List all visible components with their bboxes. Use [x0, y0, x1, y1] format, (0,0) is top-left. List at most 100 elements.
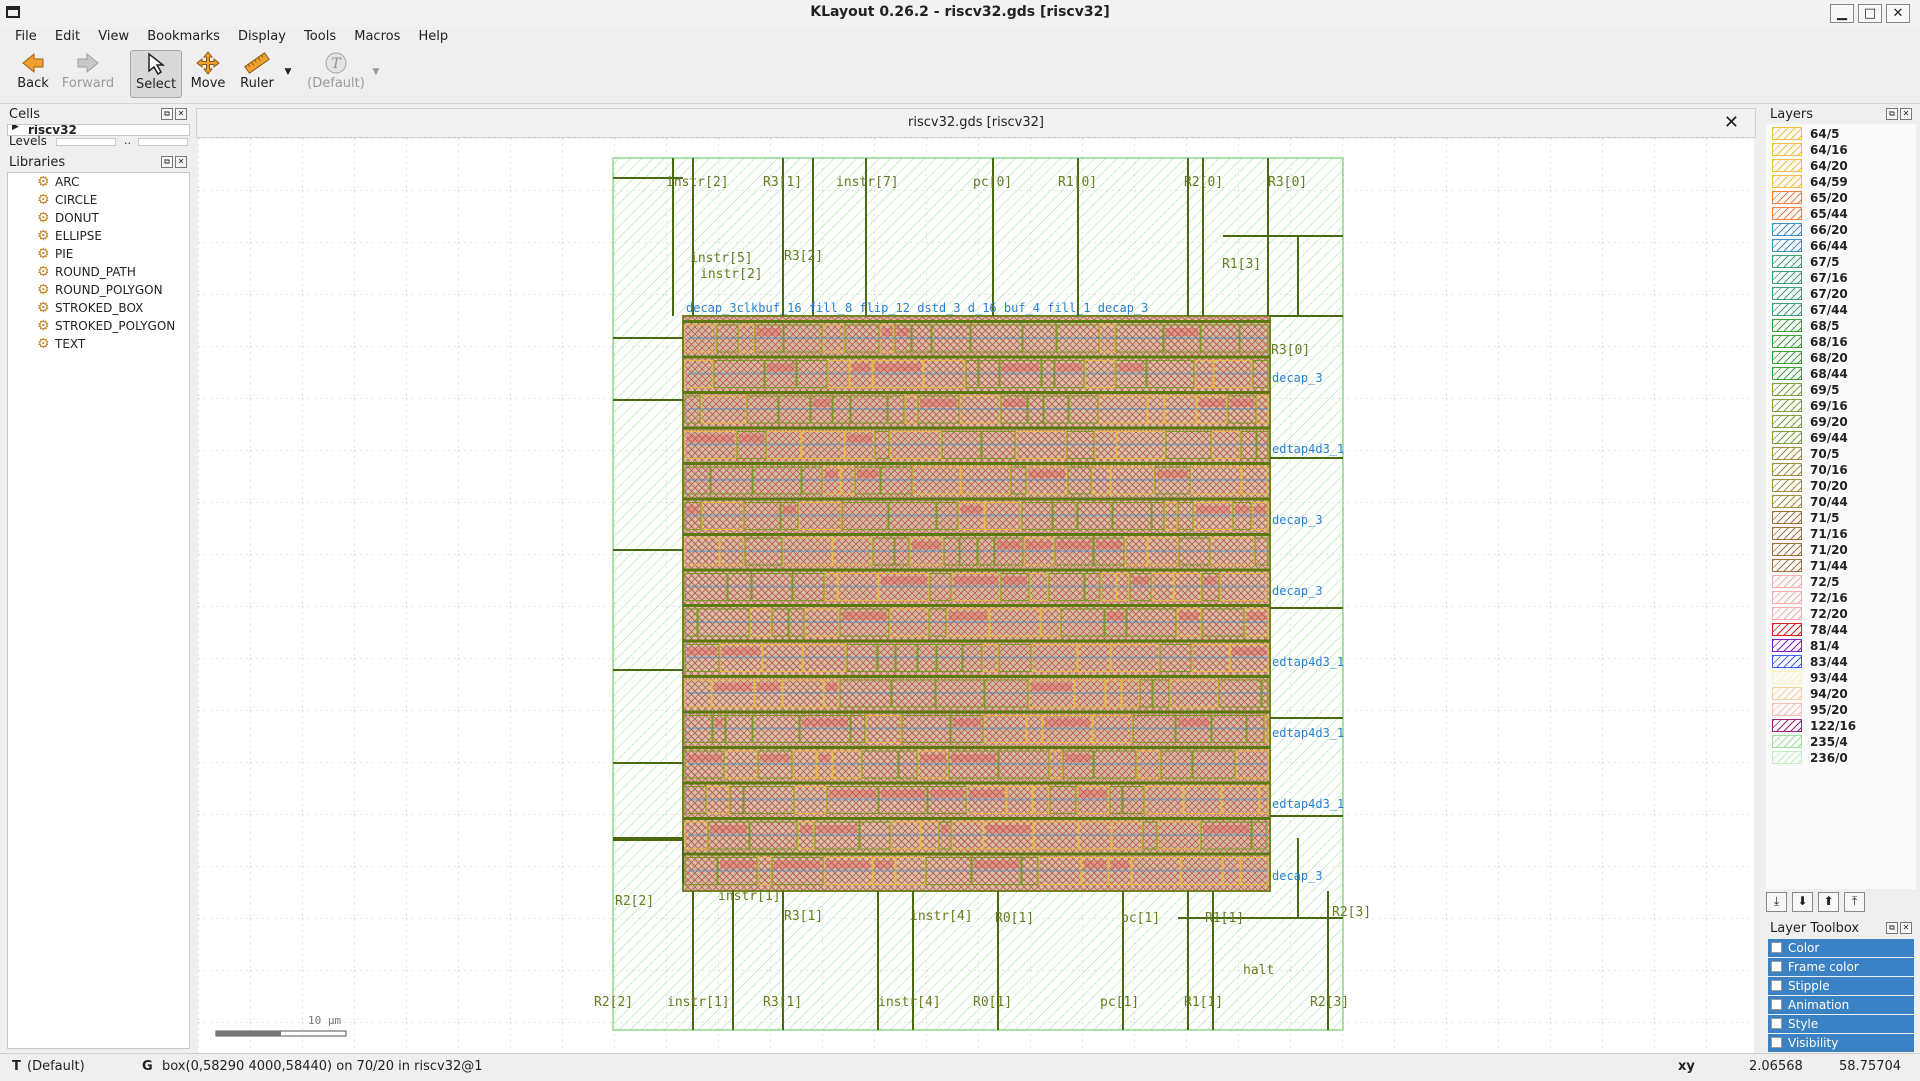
- layer-row[interactable]: 70/44: [1768, 494, 1912, 510]
- arrow-down-icon[interactable]: ⬇: [1792, 892, 1813, 912]
- float-icon[interactable]: ⧉: [1886, 922, 1898, 934]
- close-panel-icon[interactable]: ✕: [1900, 108, 1912, 120]
- layer-row[interactable]: 83/44: [1768, 654, 1912, 670]
- ruler-dropdown-icon[interactable]: ▼: [282, 67, 294, 81]
- library-item-text[interactable]: ⚙ TEXT: [8, 335, 189, 353]
- layer-row[interactable]: 66/44: [1768, 238, 1912, 254]
- layer-row[interactable]: 236/0: [1768, 750, 1912, 766]
- layer-row[interactable]: 93/44: [1768, 670, 1912, 686]
- layer-row[interactable]: 122/16: [1768, 718, 1912, 734]
- layer-row[interactable]: 72/16: [1768, 590, 1912, 606]
- levels-from-input[interactable]: [56, 138, 116, 146]
- layer-row[interactable]: 68/16: [1768, 334, 1912, 350]
- menu-tools[interactable]: Tools: [297, 27, 343, 47]
- toolbox-color[interactable]: Color: [1768, 939, 1914, 957]
- layer-row[interactable]: 69/20: [1768, 414, 1912, 430]
- expand-checkbox[interactable]: [1771, 1037, 1782, 1048]
- ruler-button[interactable]: Ruler: [234, 50, 280, 98]
- layer-row[interactable]: 67/5: [1768, 254, 1912, 270]
- layer-row[interactable]: 64/20: [1768, 158, 1912, 174]
- layer-row[interactable]: 64/5: [1768, 126, 1912, 142]
- menu-help[interactable]: Help: [412, 27, 456, 47]
- toolbox-stipple[interactable]: Stipple: [1768, 977, 1914, 995]
- move-button[interactable]: Move: [186, 50, 230, 98]
- expand-arrow-icon[interactable]: ▶: [12, 125, 19, 132]
- layout-tab[interactable]: riscv32.gds [riscv32] ✕: [196, 108, 1756, 138]
- move-top-icon[interactable]: ⤒: [1844, 892, 1865, 912]
- close-panel-icon[interactable]: ✕: [175, 108, 187, 120]
- layer-row[interactable]: 72/20: [1768, 606, 1912, 622]
- layer-row[interactable]: 65/44: [1768, 206, 1912, 222]
- move-down-icon[interactable]: ⤓: [1766, 892, 1787, 912]
- float-icon[interactable]: ⧉: [1886, 108, 1898, 120]
- layer-row[interactable]: 64/59: [1768, 174, 1912, 190]
- minimize-button[interactable]: ▁: [1830, 4, 1854, 23]
- menu-macros[interactable]: Macros: [347, 27, 407, 47]
- layer-row[interactable]: 235/4: [1768, 734, 1912, 750]
- layer-row[interactable]: 71/16: [1768, 526, 1912, 542]
- expand-checkbox[interactable]: [1771, 942, 1782, 953]
- library-item-pie[interactable]: ⚙ PIE: [8, 245, 189, 263]
- layer-row[interactable]: 70/16: [1768, 462, 1912, 478]
- layer-row[interactable]: 69/44: [1768, 430, 1912, 446]
- library-item-arc[interactable]: ⚙ ARC: [8, 173, 189, 191]
- library-item-circle[interactable]: ⚙ CIRCLE: [8, 191, 189, 209]
- library-item-stroked-polygon[interactable]: ⚙ STROKED_POLYGON: [8, 317, 189, 335]
- float-icon[interactable]: ⧉: [161, 156, 173, 168]
- toolbox-animation[interactable]: Animation: [1768, 996, 1914, 1014]
- layer-row[interactable]: 71/20: [1768, 542, 1912, 558]
- default-text-button[interactable]: T (Default): [304, 50, 368, 98]
- arrow-up-icon[interactable]: ⬆: [1818, 892, 1839, 912]
- text-dropdown-icon[interactable]: ▼: [370, 67, 382, 81]
- expand-checkbox[interactable]: [1771, 961, 1782, 972]
- layer-row[interactable]: 65/20: [1768, 190, 1912, 206]
- layer-row[interactable]: 67/20: [1768, 286, 1912, 302]
- maximize-button[interactable]: □: [1858, 4, 1882, 23]
- back-button[interactable]: Back: [10, 50, 56, 98]
- library-item-ellipse[interactable]: ⚙ ELLIPSE: [8, 227, 189, 245]
- select-button[interactable]: Select: [130, 50, 182, 98]
- toolbox-frame-color[interactable]: Frame color: [1768, 958, 1914, 976]
- layer-row[interactable]: 81/4: [1768, 638, 1912, 654]
- close-panel-icon[interactable]: ✕: [175, 156, 187, 168]
- menu-edit[interactable]: Edit: [48, 27, 87, 47]
- layer-row[interactable]: 95/20: [1768, 702, 1912, 718]
- library-item-donut[interactable]: ⚙ DONUT: [8, 209, 189, 227]
- menu-view[interactable]: View: [91, 27, 136, 47]
- layer-row[interactable]: 64/16: [1768, 142, 1912, 158]
- layer-row[interactable]: 70/5: [1768, 446, 1912, 462]
- forward-button[interactable]: Forward: [60, 50, 116, 98]
- layer-row[interactable]: 70/20: [1768, 478, 1912, 494]
- menu-display[interactable]: Display: [231, 27, 293, 47]
- layer-row[interactable]: 67/44: [1768, 302, 1912, 318]
- expand-checkbox[interactable]: [1771, 980, 1782, 991]
- expand-checkbox[interactable]: [1771, 1018, 1782, 1029]
- close-window-button[interactable]: ✕: [1886, 4, 1910, 23]
- layer-row[interactable]: 66/20: [1768, 222, 1912, 238]
- close-panel-icon[interactable]: ✕: [1900, 922, 1912, 934]
- layer-row[interactable]: 71/44: [1768, 558, 1912, 574]
- layer-row[interactable]: 78/44: [1768, 622, 1912, 638]
- layer-row[interactable]: 67/16: [1768, 270, 1912, 286]
- library-item-round-polygon[interactable]: ⚙ ROUND_POLYGON: [8, 281, 189, 299]
- library-item-stroked-box[interactable]: ⚙ STROKED_BOX: [8, 299, 189, 317]
- layer-row[interactable]: 69/16: [1768, 398, 1912, 414]
- layer-row[interactable]: 68/5: [1768, 318, 1912, 334]
- layer-row[interactable]: 68/20: [1768, 350, 1912, 366]
- menu-file[interactable]: File: [8, 27, 44, 47]
- library-item-round-path[interactable]: ⚙ ROUND_PATH: [8, 263, 189, 281]
- expand-checkbox[interactable]: [1771, 999, 1782, 1010]
- levels-to-input[interactable]: [138, 138, 188, 146]
- layer-row[interactable]: 71/5: [1768, 510, 1912, 526]
- toolbox-visibility[interactable]: Visibility: [1768, 1034, 1914, 1052]
- menu-bookmarks[interactable]: Bookmarks: [140, 27, 227, 47]
- toolbox-style[interactable]: Style: [1768, 1015, 1914, 1033]
- layer-row[interactable]: 72/5: [1768, 574, 1912, 590]
- layout-canvas[interactable]: instr[2] R3[1] instr[7] pc[0] R1[0] R2[0…: [198, 138, 1754, 1053]
- layer-row[interactable]: 94/20: [1768, 686, 1912, 702]
- layer-row[interactable]: 68/44: [1768, 366, 1912, 382]
- layout-drawing[interactable]: instr[2] R3[1] instr[7] pc[0] R1[0] R2[0…: [198, 138, 1754, 1053]
- float-icon[interactable]: ⧉: [161, 108, 173, 120]
- close-tab-icon[interactable]: ✕: [1724, 112, 1739, 133]
- layer-row[interactable]: 69/5: [1768, 382, 1912, 398]
